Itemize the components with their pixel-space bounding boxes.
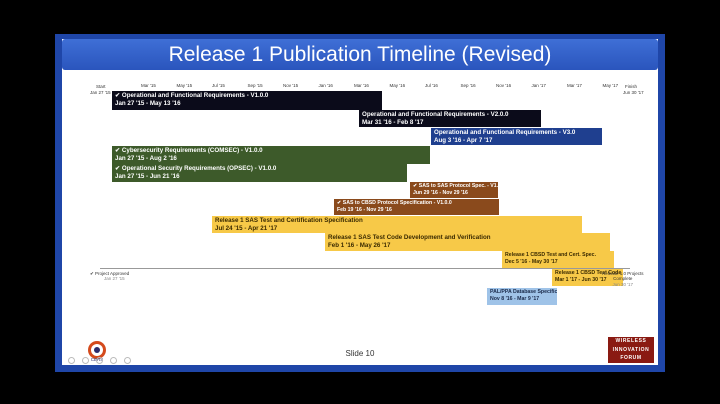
month-tick-label: Jan '16 <box>318 83 333 88</box>
month-tick-label: May '15 <box>176 83 193 88</box>
finish-label: Finish <box>625 84 638 89</box>
month-tick-label: Mar '17 <box>567 83 582 88</box>
task-dates: Feb 19 '16 - Nov 29 '16 <box>337 207 392 214</box>
task-name: Release 1 SAS Test Code Development and … <box>328 234 491 241</box>
task-name: ✔ SAS to CBSD Protocol Specification - V… <box>337 200 452 206</box>
logo-line: WIRELESS <box>615 338 647 344</box>
task-dates: Jan 27 '15 - May 13 '16 <box>115 100 181 108</box>
logo-line: INNOVATION <box>612 346 650 353</box>
milestone-release-complete: Release 1.0 Projects Complete Jun 30 '17 <box>602 271 644 287</box>
month-tick-label: Mar '15 <box>141 83 156 88</box>
month-tick-label: May '16 <box>389 83 406 88</box>
task-bar[interactable]: Release 1 SAS Test Code Development and … <box>325 233 610 251</box>
copyright-text: Copyright © 2017 Software Defined Radio … <box>263 360 457 366</box>
milestone-project-approved: ✔ Project Approved Jan 27 '15 <box>90 271 129 282</box>
task-dates: Jul 24 '15 - Apr 21 '17 <box>215 225 278 233</box>
task-name: Release 1 CBSD Test and Cert. Spec. <box>505 252 597 258</box>
slide-canvas: Release 1 Publication Timeline (Revised)… <box>62 39 658 365</box>
task-dates: Feb 1 '16 - May 26 '17 <box>328 242 391 250</box>
task-name: Release 1 SAS Test and Certification Spe… <box>215 217 363 224</box>
task-bar[interactable]: Operational and Functional Requirements … <box>359 110 541 127</box>
finish-date: Jun 30 '17 <box>623 90 644 95</box>
task-name: ✔ Operational and Functional Requirement… <box>115 92 269 99</box>
slide-number: Slide 10 <box>345 349 375 358</box>
task-bar[interactable]: ✔ Operational Security Requirements (OPS… <box>112 164 407 182</box>
month-tick-label: Jul '15 <box>212 83 225 88</box>
milestone-date: Jan 27 '15 <box>104 276 125 282</box>
month-tick-label: Sep '16 <box>460 83 476 88</box>
month-tick-label: Mar '16 <box>354 83 369 88</box>
task-bar[interactable]: Operational and Functional Requirements … <box>431 128 602 145</box>
month-tick-label: May '17 <box>602 83 619 88</box>
month-tick-label: Nov '16 <box>496 83 512 88</box>
task-bar[interactable]: ✔ Cybersecurity Requirements (COMSEC) - … <box>112 146 430 164</box>
start-date: Jan 27 '15 <box>90 90 111 95</box>
task-bar[interactable]: PAL/PPA Database Specific Nov 8 '16 - Mar… <box>487 288 557 305</box>
task-dates: Nov 8 '16 - Mar 9 '17 <box>490 296 540 303</box>
task-dates: Aug 3 '16 - Apr 7 '17 <box>434 137 493 145</box>
task-bar[interactable]: ✔ SAS to CBSD Protocol Specification - V… <box>334 199 499 215</box>
task-dates: Mar 31 '16 - Feb 8 '17 <box>362 119 424 127</box>
slide-title: Release 1 Publication Timeline (Revised) <box>168 43 552 66</box>
month-tick-label: Jan '17 <box>531 83 546 88</box>
task-dates: Jan 27 '15 - Jun 21 '16 <box>115 173 180 181</box>
task-dates: Jun 29 '16 - Nov 29 '16 <box>413 190 468 197</box>
slide-frame: Release 1 Publication Timeline (Revised)… <box>55 34 665 372</box>
month-tick-label: Nov '15 <box>283 83 299 88</box>
task-name: Operational and Functional Requirements … <box>362 111 509 118</box>
task-name: ✔ Operational Security Requirements (OPS… <box>115 165 277 172</box>
milestone-baseline <box>100 268 630 269</box>
milestone-date: Jun 30 '17 <box>612 281 634 287</box>
task-bar[interactable]: Release 1 CBSD Test and Cert. Spec. Dec 5… <box>502 251 614 268</box>
task-name: ✔ SAS to SAS Protocol Spec. - V1. <box>413 183 498 189</box>
month-tick-label: Jul '16 <box>425 83 438 88</box>
month-tick-label: Sep '15 <box>247 83 263 88</box>
task-bar[interactable]: ✔ Operational and Functional Requirement… <box>112 91 382 110</box>
start-label: Start <box>96 84 106 89</box>
task-dates: Dec 5 '16 - May 30 '17 <box>505 259 558 266</box>
task-dates: Jan 27 '15 - Aug 2 '16 <box>115 155 177 163</box>
task-name: PAL/PPA Database Specific <box>490 289 557 295</box>
task-bar[interactable]: Release 1 SAS Test and Certification Spe… <box>212 216 582 233</box>
title-bar: Release 1 Publication Timeline (Revised) <box>62 39 658 70</box>
task-name: ✔ Cybersecurity Requirements (COMSEC) - … <box>115 147 263 154</box>
task-name: Operational and Functional Requirements … <box>434 129 576 136</box>
task-bar[interactable]: ✔ SAS to SAS Protocol Spec. - V1. Jun 29 … <box>410 182 498 198</box>
